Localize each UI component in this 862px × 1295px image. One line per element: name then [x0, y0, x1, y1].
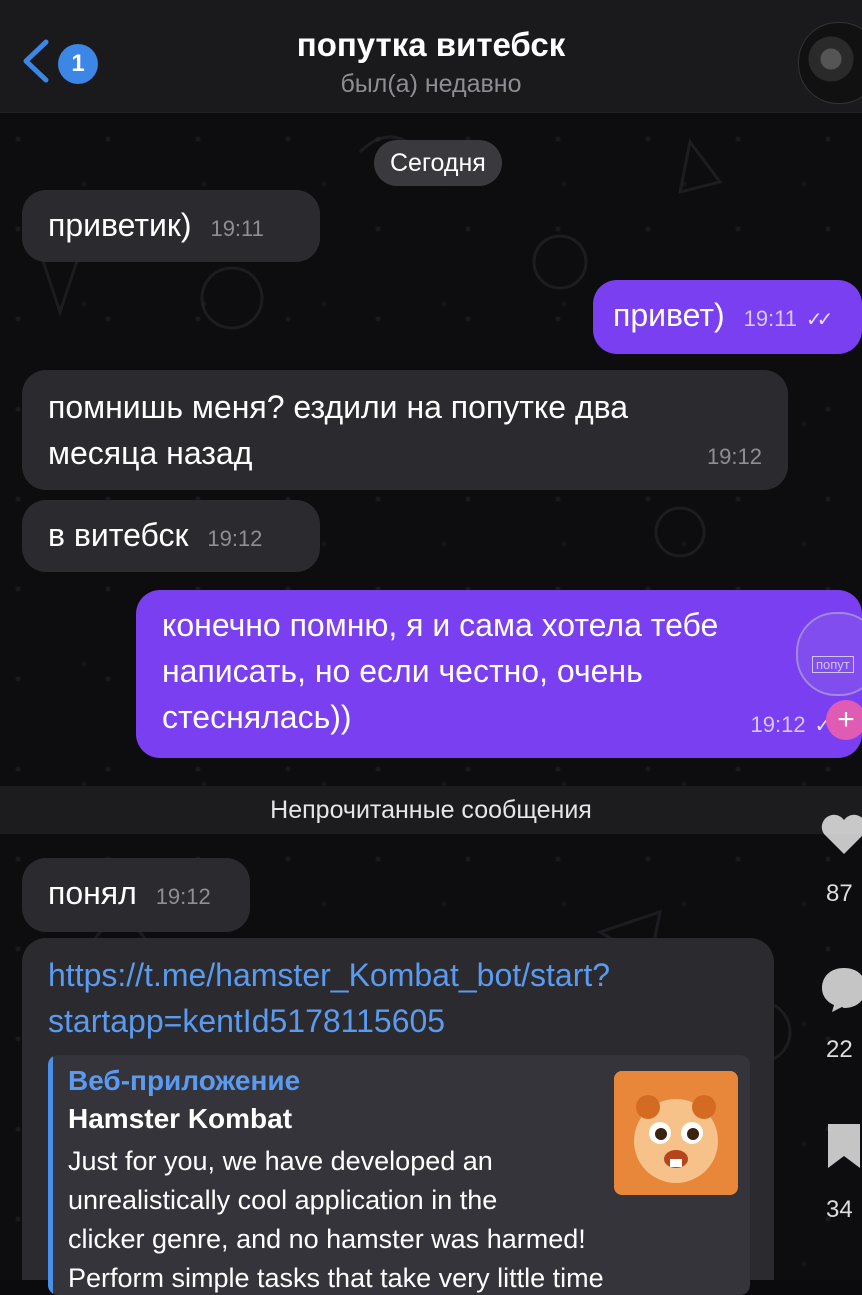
message-text-line: помнишь меня? ездили на попутке два	[48, 389, 629, 425]
message-text-line: написать, но если честно, очень	[162, 653, 643, 689]
unread-messages-separator: Непрочитанные сообщения	[0, 786, 862, 834]
message-bubble-incoming[interactable]: помнишь меня? ездили на попутке два меся…	[22, 370, 788, 490]
bookmark-icon[interactable]	[818, 1120, 862, 1172]
message-bubble-outgoing[interactable]: конечно помню, я и сама хотела тебе напи…	[136, 590, 862, 758]
date-separator: Сегодня	[374, 140, 502, 186]
message-bubble-incoming[interactable]: приветик) 19:11	[22, 190, 320, 262]
preview-accent-bar	[48, 1055, 53, 1295]
hamster-thumbnail-icon	[614, 1071, 738, 1195]
plus-icon[interactable]: +	[826, 700, 862, 740]
message-text-line: конечно помню, я и сама хотела тебе	[162, 607, 719, 643]
message-time: 19:12	[750, 712, 806, 737]
comment-icon[interactable]	[818, 962, 862, 1014]
message-time: 19:12	[207, 526, 263, 551]
floating-label: попут	[812, 656, 854, 673]
preview-title: Hamster Kombat	[68, 1103, 293, 1134]
chat-header: 1 попутка витебск был(а) недавно	[0, 0, 862, 113]
message-bubble-incoming[interactable]: понял 19:12	[22, 858, 250, 932]
message-text-line: стеснялась))	[162, 699, 352, 735]
preview-description-line: unrealistically cool application in the	[68, 1185, 498, 1215]
link-preview-card[interactable]: Веб-приложение Hamster Kombat Just for y…	[48, 1055, 750, 1295]
chat-title[interactable]: попутка витебск	[0, 26, 862, 64]
heart-icon[interactable]	[818, 808, 862, 860]
last-seen-status: был(а) недавно	[340, 70, 522, 98]
save-count: 34	[826, 1196, 853, 1223]
message-time: 19:12	[706, 444, 762, 469]
like-count: 87	[826, 880, 853, 907]
preview-description-line: clicker genre, and no hamster was harmed…	[68, 1224, 586, 1254]
message-text: понял	[48, 875, 137, 911]
preview-site-name: Веб-приложение	[68, 1065, 301, 1096]
floating-search-button[interactable]	[796, 612, 862, 696]
message-time: 19:11	[743, 306, 797, 331]
read-checkmarks-icon: ✓✓	[805, 309, 833, 331]
message-bubble-outgoing[interactable]: привет) 19:11 ✓✓	[593, 280, 862, 354]
message-time: 19:11	[210, 216, 264, 241]
message-link[interactable]: startapp=kentId5178115605	[48, 998, 774, 1044]
message-text: в витебск	[48, 517, 189, 553]
comment-count: 22	[826, 1036, 853, 1063]
message-bubble-incoming[interactable]: в витебск 19:12	[22, 500, 320, 572]
message-time: 19:12	[155, 884, 211, 909]
message-link[interactable]: https://t.me/hamster_Kombat_bot/start?	[48, 952, 774, 998]
preview-description-line: Perform simple tasks that take very litt…	[68, 1263, 604, 1293]
preview-description: Just for you, we have developed an unrea…	[68, 1142, 608, 1295]
message-text-line: месяца назад	[48, 435, 253, 471]
preview-description-line: Just for you, we have developed an	[68, 1146, 493, 1176]
message-text: привет)	[613, 297, 725, 333]
message-text: приветик)	[48, 207, 192, 243]
